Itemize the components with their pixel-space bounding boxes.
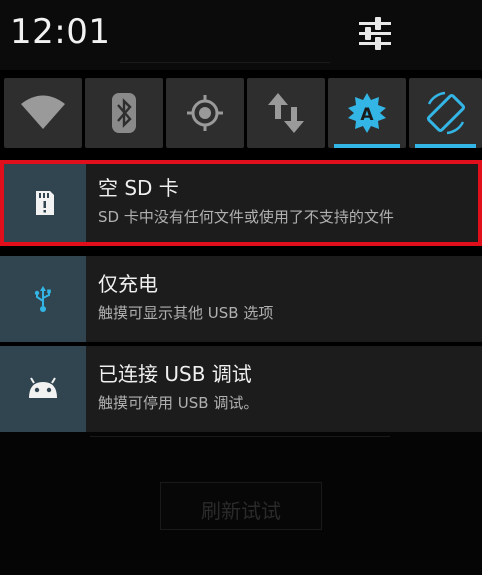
clock: 12:01: [10, 12, 111, 52]
tile-wifi[interactable]: [4, 78, 82, 148]
background-app: 刷新试试: [0, 432, 482, 575]
refresh-button: 刷新试试: [160, 482, 322, 530]
active-indicator: [415, 144, 476, 148]
location-icon: [187, 95, 223, 131]
sliders-icon: [359, 17, 391, 50]
notification-icon-box: [0, 256, 86, 342]
android-debug-icon: [29, 377, 57, 398]
tile-bluetooth[interactable]: [85, 78, 163, 148]
tile-location[interactable]: [166, 78, 244, 148]
notification-icon-box: [4, 164, 86, 242]
refresh-button-label: 刷新试试: [201, 499, 281, 523]
auto-brightness-icon: A: [348, 93, 386, 133]
notification-usb-debugging[interactable]: 已连接 USB 调试 触摸可停用 USB 调试。: [0, 346, 482, 432]
notification-title: 仅充电: [98, 272, 158, 296]
active-indicator: [334, 144, 400, 148]
tile-mobile-data[interactable]: [247, 78, 325, 148]
quick-settings-tiles: A: [0, 78, 482, 148]
background-divider: [90, 436, 390, 437]
notification-title: 已连接 USB 调试: [98, 362, 252, 386]
notification-header: 12:01: [0, 0, 482, 70]
tile-auto-rotate[interactable]: [409, 78, 482, 148]
mobile-data-icon: [268, 93, 304, 133]
notification-text: SD 卡中没有任何文件或使用了不支持的文件: [98, 208, 394, 226]
sd-card-icon: [36, 191, 54, 215]
notification-text: 触摸可显示其他 USB 选项: [98, 304, 274, 322]
bluetooth-icon: [112, 93, 136, 133]
auto-rotate-icon: [426, 91, 465, 135]
wifi-icon: [21, 95, 65, 129]
notification-usb-charging[interactable]: 仅充电 触摸可显示其他 USB 选项: [0, 256, 482, 342]
notification-icon-box: [0, 346, 86, 432]
tile-auto-brightness[interactable]: A: [328, 78, 406, 148]
quick-settings-button[interactable]: [355, 14, 395, 54]
header-divider: [120, 62, 330, 63]
notification-text: 触摸可停用 USB 调试。: [98, 394, 259, 412]
notification-title: 空 SD 卡: [98, 176, 179, 200]
usb-icon: [34, 286, 51, 312]
notification-sd-card[interactable]: 空 SD 卡 SD 卡中没有任何文件或使用了不支持的文件: [0, 160, 482, 246]
auto-brightness-label: A: [360, 105, 374, 125]
